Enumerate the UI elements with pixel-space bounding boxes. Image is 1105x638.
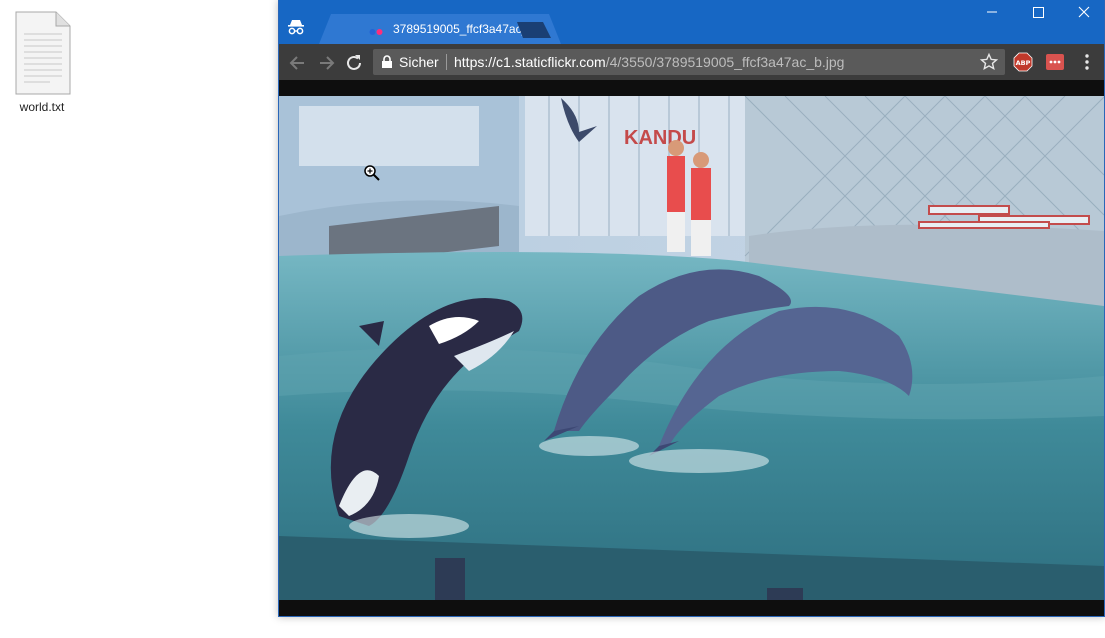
svg-text:ABP: ABP [1016, 59, 1031, 67]
back-button[interactable] [287, 52, 309, 74]
url-host: c1.staticflickr.com [496, 54, 606, 70]
incognito-icon [287, 18, 305, 36]
tab-active[interactable]: 3789519005_ffcf3a47ac_b.jpg × [319, 14, 561, 44]
close-window-button[interactable] [1061, 0, 1105, 30]
new-tab-button[interactable] [517, 22, 551, 38]
menu-kebab-icon[interactable] [1077, 52, 1097, 72]
adblock-plus-icon[interactable]: ABP [1013, 52, 1033, 72]
maximize-button[interactable] [1015, 0, 1061, 30]
url-text[interactable]: https://c1.staticflickr.com/4/3550/37895… [454, 54, 844, 70]
desktop-file-label: world.txt [19, 100, 65, 114]
url-path: /4/3550/3789519005_ffcf3a47ac_b.jpg [605, 54, 845, 70]
lastpass-icon[interactable] [1045, 52, 1065, 72]
lock-icon[interactable] [381, 55, 393, 69]
title-bar[interactable]: 3789519005_ffcf3a47ac_b.jpg × [279, 0, 1104, 44]
address-bar[interactable]: Sicher https://c1.staticflickr.com/4/355… [373, 49, 1005, 75]
browser-toolbar: Sicher https://c1.staticflickr.com/4/355… [279, 44, 1104, 80]
reload-button[interactable] [343, 52, 365, 74]
favicon-icon [369, 24, 383, 35]
minimize-button[interactable] [969, 0, 1015, 30]
kandu-sign-text: KANDU [624, 127, 696, 149]
forward-button[interactable] [315, 52, 337, 74]
security-label[interactable]: Sicher [399, 54, 439, 70]
zoom-in-cursor-icon [363, 164, 381, 182]
desktop-file-world-txt[interactable]: world.txt [6, 8, 78, 114]
dolphin-show-photo[interactable]: KANDU [279, 96, 1104, 600]
tab-title: 3789519005_ffcf3a47ac_b.jpg [393, 22, 523, 36]
address-separator [446, 54, 447, 70]
text-file-icon [10, 8, 74, 96]
image-viewer: KANDU [279, 80, 1104, 616]
url-scheme: https:// [454, 54, 497, 70]
browser-window: 3789519005_ffcf3a47ac_b.jpg × [278, 0, 1105, 617]
bookmark-star-icon[interactable] [979, 52, 999, 72]
